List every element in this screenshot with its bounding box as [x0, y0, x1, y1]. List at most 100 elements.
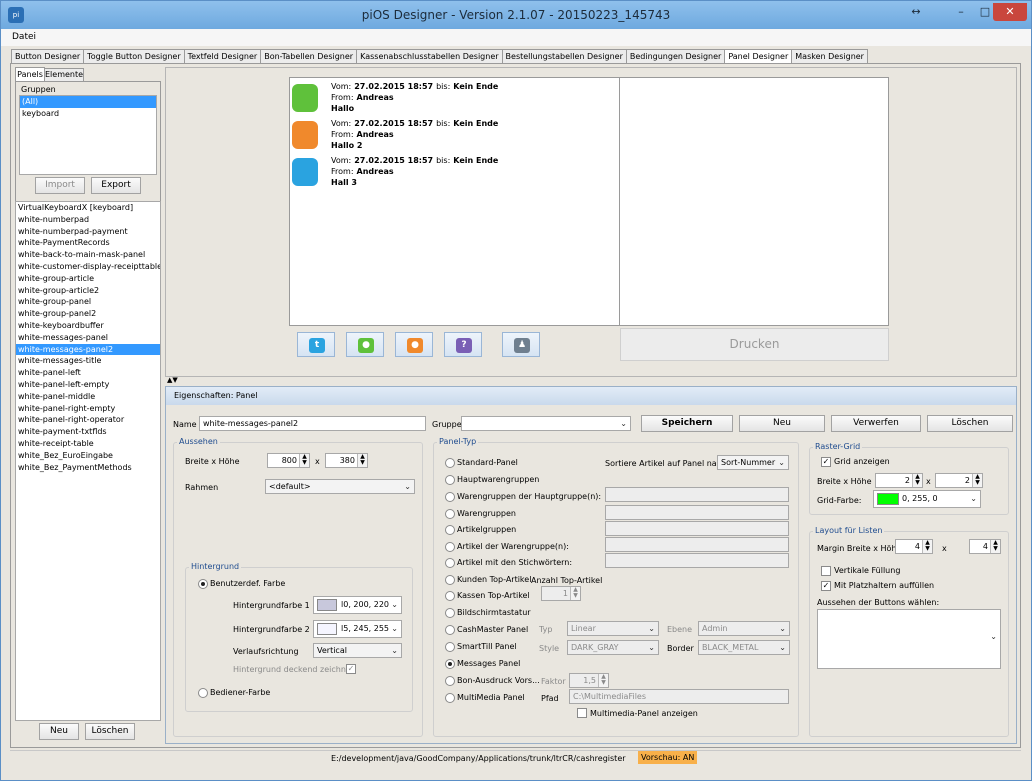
- panel-type-radio[interactable]: [445, 642, 455, 652]
- opaque-checkbox[interactable]: ✓: [346, 664, 356, 674]
- sort-select[interactable]: Sort-Nummer ⌄: [717, 455, 789, 470]
- group-list-item[interactable]: keyboard: [20, 108, 156, 120]
- buttons-look-list[interactable]: ⌄: [817, 609, 1001, 669]
- spinner-icon[interactable]: ▲ ▼: [990, 540, 1000, 553]
- tab-panel-designer[interactable]: Panel Designer: [724, 49, 793, 64]
- count-input[interactable]: 1 ▲ ▼: [541, 586, 581, 601]
- spinner-icon[interactable]: ▲ ▼: [299, 454, 309, 467]
- panel-type-radio[interactable]: [445, 693, 455, 703]
- article-groups-input[interactable]: [605, 521, 789, 536]
- panel-list-item[interactable]: white-panel-middle: [16, 391, 160, 403]
- tab-bon-tabellen-designer[interactable]: Bon-Tabellen Designer: [260, 49, 358, 63]
- groups-list[interactable]: (All) keyboard: [19, 95, 157, 175]
- custom-color-radio[interactable]: [198, 579, 208, 589]
- left-tab-panels[interactable]: Panels: [15, 67, 45, 81]
- panel-list-item[interactable]: white-payment-txtflds: [16, 426, 160, 438]
- new-panel-button[interactable]: Neu: [39, 723, 79, 740]
- twitter-button[interactable]: t: [297, 332, 335, 357]
- menu-file[interactable]: Datei: [12, 32, 36, 42]
- spinner-icon[interactable]: ▲ ▼: [972, 474, 982, 487]
- save-button[interactable]: Speichern: [641, 415, 733, 432]
- operator-color-radio[interactable]: [198, 688, 208, 698]
- spinner-icon[interactable]: ▲ ▼: [570, 587, 580, 600]
- panel-list-item[interactable]: white-messages-panel: [16, 332, 160, 344]
- style-select[interactable]: DARK_GRAY ⌄: [567, 640, 659, 655]
- tab-masken-designer[interactable]: Masken Designer: [791, 49, 868, 63]
- left-tab-elements[interactable]: Elemente: [44, 68, 84, 81]
- panel-list-item[interactable]: white-panel-left: [16, 367, 160, 379]
- panels-list[interactable]: VirtualKeyboardX [keyboard] white-numberp…: [15, 201, 161, 721]
- message-purple-button[interactable]: ?: [444, 332, 482, 357]
- panel-type-radio[interactable]: [445, 659, 455, 669]
- splitter-toggle-icon[interactable]: ▲▼: [167, 376, 178, 384]
- margin-h-input[interactable]: 4 ▲ ▼: [969, 539, 1001, 554]
- resize-icon[interactable]: ↔: [904, 3, 928, 21]
- border-type-select[interactable]: BLACK_METAL ⌄: [698, 640, 790, 655]
- panel-list-item[interactable]: white-receipt-table: [16, 438, 160, 450]
- tab-toggle-button-designer[interactable]: Toggle Button Designer: [83, 49, 185, 63]
- panel-list-item[interactable]: VirtualKeyboardX [keyboard]: [16, 202, 160, 214]
- panel-list-item[interactable]: white_Bez_PaymentMethods: [16, 462, 160, 474]
- panel-list-item[interactable]: white-PaymentRecords: [16, 237, 160, 249]
- grid-w-input[interactable]: 2 ▲ ▼: [875, 473, 923, 488]
- panel-type-radio[interactable]: [445, 591, 455, 601]
- panel-type-radio[interactable]: [445, 492, 455, 502]
- panel-type-radio[interactable]: [445, 542, 455, 552]
- tab-button-designer[interactable]: Button Designer: [11, 49, 85, 63]
- delete-panel-button[interactable]: Löschen: [85, 723, 135, 740]
- direction-select[interactable]: Vertical ⌄: [313, 643, 402, 658]
- spinner-icon[interactable]: ▲ ▼: [922, 540, 932, 553]
- new-button[interactable]: Neu: [739, 415, 825, 432]
- tab-kassenabschlusstabellen-designer[interactable]: Kassenabschlusstabellen Designer: [356, 49, 503, 63]
- panel-list-item[interactable]: white-group-article: [16, 273, 160, 285]
- look-width-input[interactable]: 800 ▲ ▼: [267, 453, 310, 468]
- panel-list-item[interactable]: white_Bez_EuroEingabe: [16, 450, 160, 462]
- panel-list-item[interactable]: white-panel-right-empty: [16, 403, 160, 415]
- faktor-input[interactable]: 1,5 ▲ ▼: [569, 673, 609, 688]
- panel-list-item[interactable]: white-panel-right-operator: [16, 414, 160, 426]
- panel-list-item[interactable]: white-numberpad-payment: [16, 226, 160, 238]
- spinner-icon[interactable]: ▲ ▼: [912, 474, 922, 487]
- tab-textfeld-designer[interactable]: Textfeld Designer: [183, 49, 262, 63]
- spinner-icon[interactable]: ▲ ▼: [598, 674, 608, 687]
- grid-color-select[interactable]: 0, 255, 0 ⌄: [873, 490, 981, 508]
- group-list-item[interactable]: (All): [20, 96, 156, 108]
- panel-type-radio[interactable]: [445, 525, 455, 535]
- export-button[interactable]: Export: [91, 177, 141, 194]
- print-button[interactable]: Drucken: [620, 328, 889, 361]
- panel-list-item[interactable]: white-messages-panel2: [16, 343, 160, 356]
- panel-type-radio[interactable]: [445, 575, 455, 585]
- keywords-input[interactable]: [605, 553, 789, 568]
- panel-type-radio[interactable]: [445, 676, 455, 686]
- panel-type-radio[interactable]: [445, 509, 455, 519]
- look-height-input[interactable]: 380 ▲ ▼: [325, 453, 368, 468]
- grid-h-input[interactable]: 2 ▲ ▼: [935, 473, 983, 488]
- panel-type-radio[interactable]: [445, 558, 455, 568]
- border-select[interactable]: <default> ⌄: [265, 479, 415, 494]
- message-orange-button[interactable]: ●: [395, 332, 433, 357]
- main-groups-input[interactable]: [605, 487, 789, 502]
- close-button[interactable]: ✕: [993, 3, 1027, 21]
- name-input[interactable]: white-messages-panel2: [199, 416, 426, 431]
- panel-type-radio[interactable]: [445, 458, 455, 468]
- panel-type-radio[interactable]: [445, 475, 455, 485]
- tab-bestellungstabellen-designer[interactable]: Bestellungstabellen Designer: [501, 49, 627, 63]
- vfill-checkbox[interactable]: [821, 566, 831, 576]
- groups-input[interactable]: [605, 505, 789, 520]
- bg2-select[interactable]: l5, 245, 255 ⌄: [313, 620, 402, 638]
- minimize-button[interactable]: –: [949, 3, 973, 21]
- discard-button[interactable]: Verwerfen: [831, 415, 921, 432]
- bg1-select[interactable]: l0, 200, 220 ⌄: [313, 596, 402, 614]
- pfad-input[interactable]: C:\MultimediaFiles: [569, 689, 789, 704]
- typ-select[interactable]: Linear ⌄: [567, 621, 659, 636]
- article-of-group-input[interactable]: [605, 537, 789, 552]
- panel-type-radio[interactable]: [445, 608, 455, 618]
- panel-list-item[interactable]: white-keyboardbuffer: [16, 320, 160, 332]
- panel-type-radio[interactable]: [445, 625, 455, 635]
- panel-list-item[interactable]: white-group-panel2: [16, 308, 160, 320]
- message-green-button[interactable]: ●: [346, 332, 384, 357]
- panel-list-item[interactable]: white-panel-left-empty: [16, 379, 160, 391]
- import-button[interactable]: Import: [35, 177, 85, 194]
- panel-list-item[interactable]: white-numberpad: [16, 214, 160, 226]
- tab-bedingungen-designer[interactable]: Bedingungen Designer: [625, 49, 726, 63]
